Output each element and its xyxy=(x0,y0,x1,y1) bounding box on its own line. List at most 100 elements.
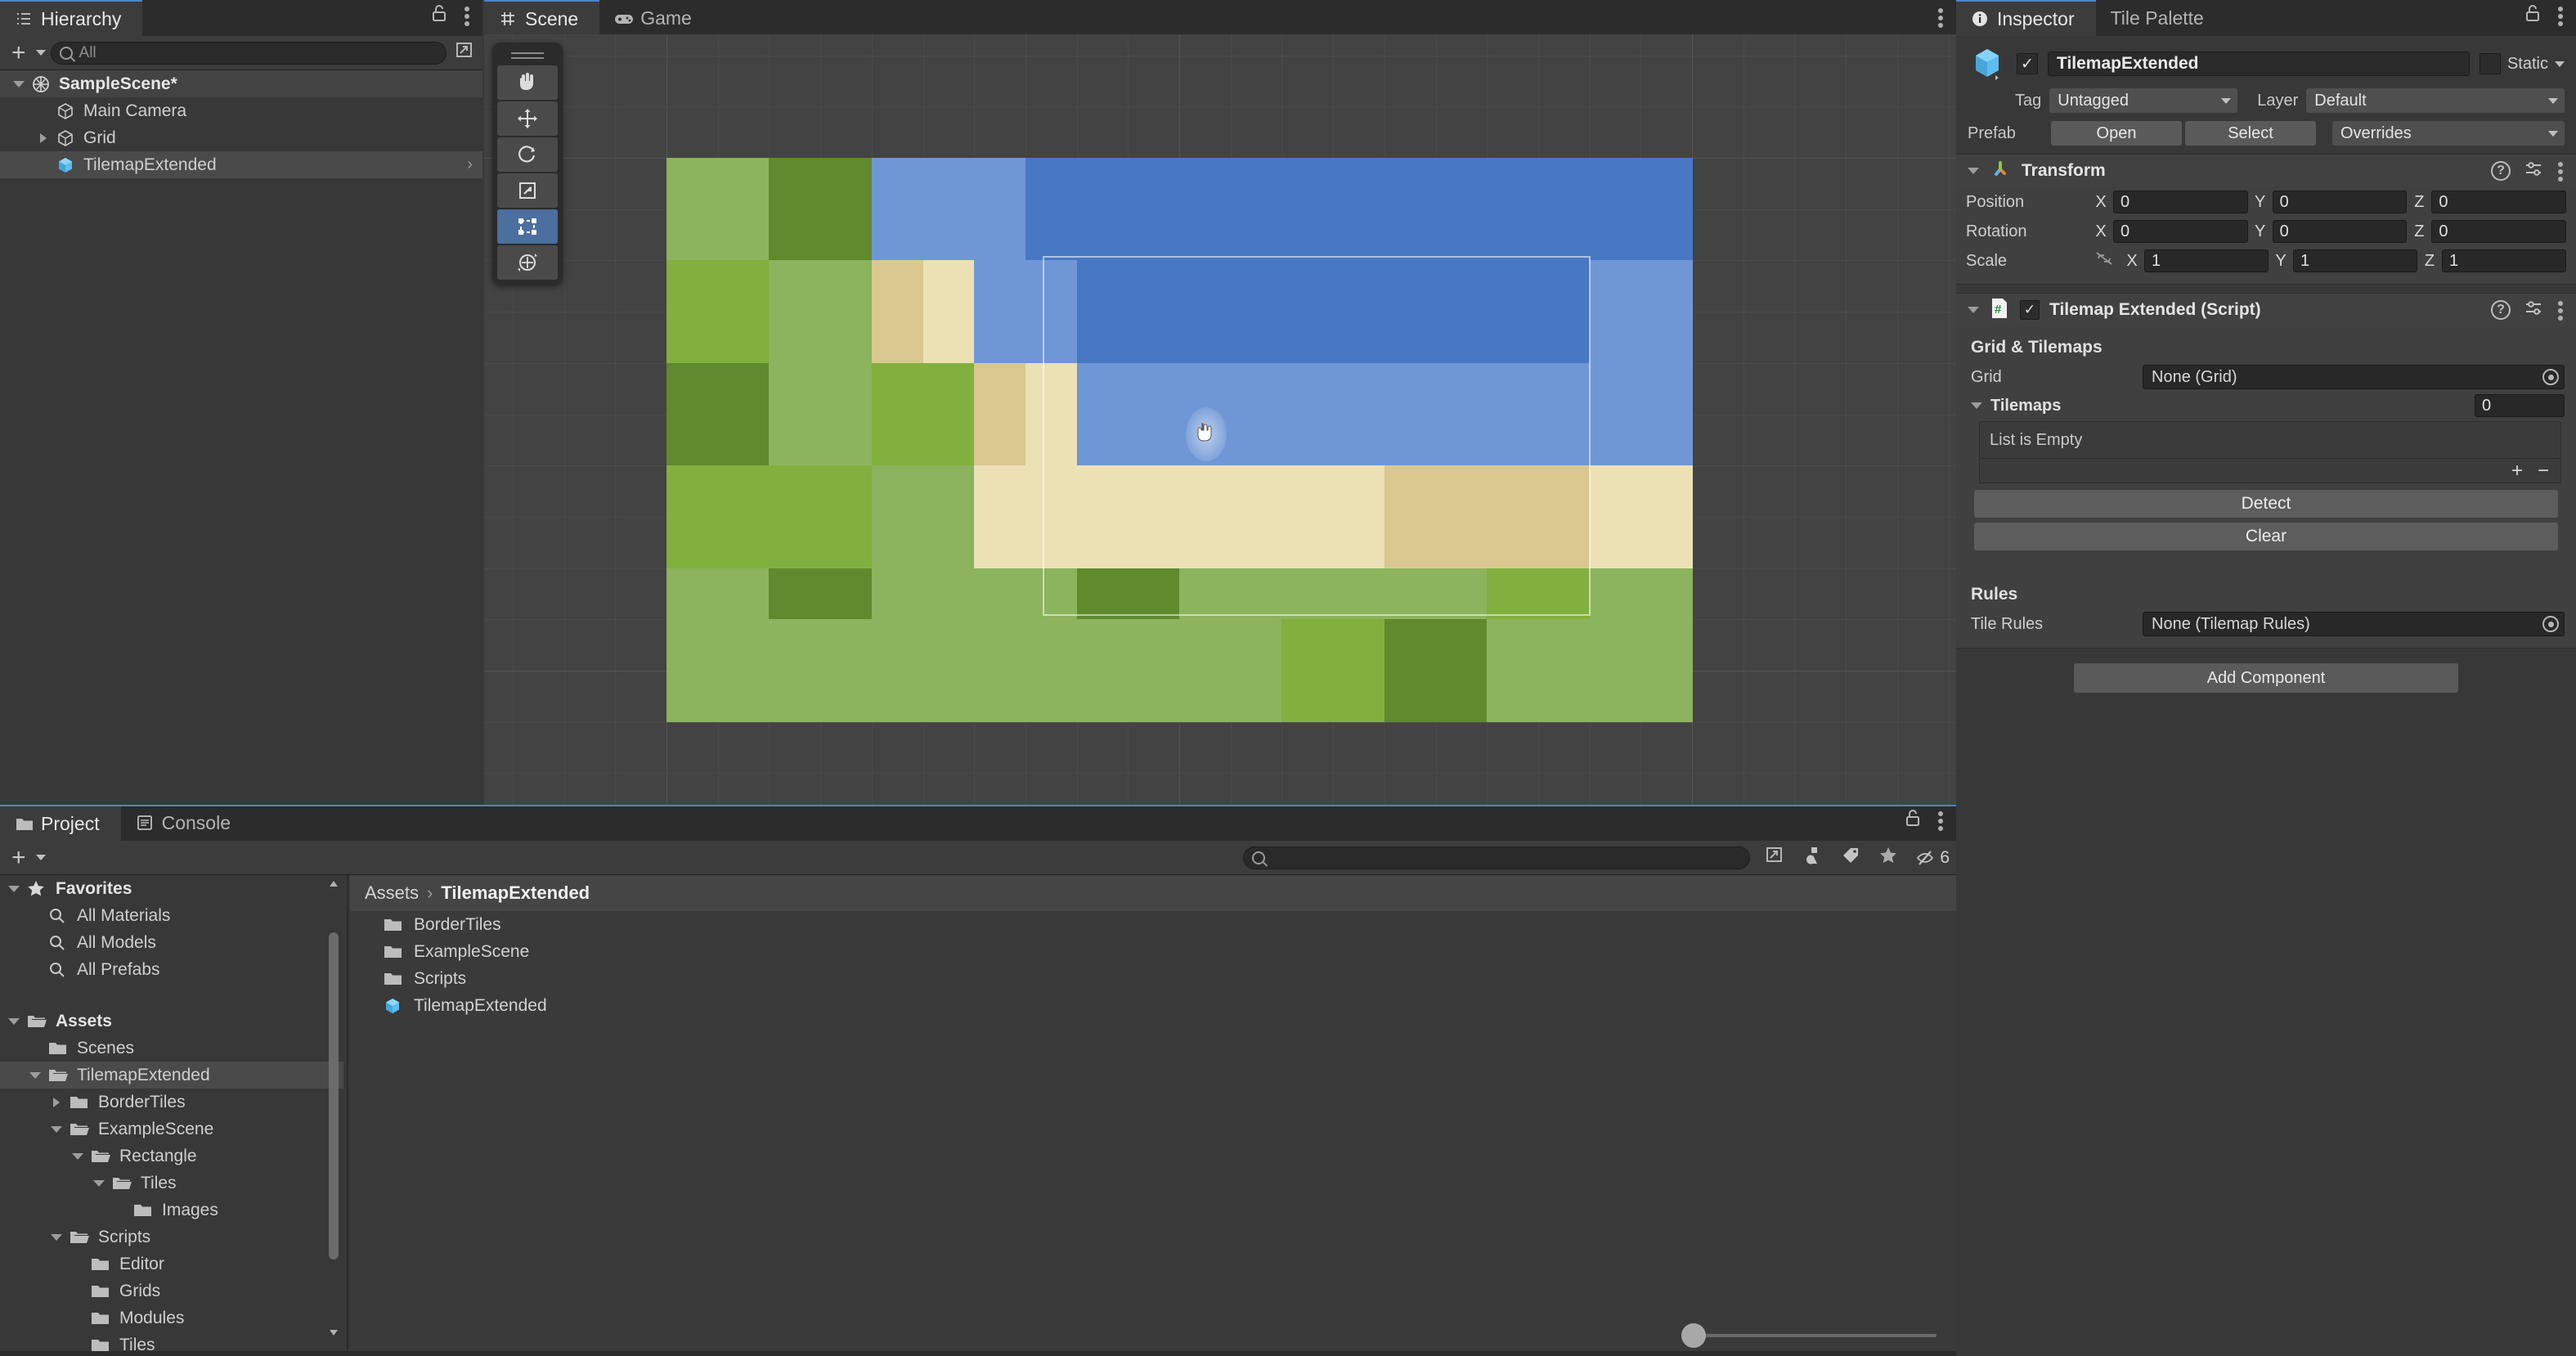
script-enabled-checkbox[interactable]: ✓ xyxy=(2020,300,2040,320)
tilemaps-add-button[interactable]: + xyxy=(2511,460,2523,483)
scale-link-icon[interactable] xyxy=(2094,250,2115,272)
project-tree-scrollbar[interactable] xyxy=(327,875,340,1356)
filter-by-label-icon[interactable] xyxy=(1840,845,1861,870)
project-create-dropdown-icon[interactable] xyxy=(35,855,46,860)
tab-scene[interactable]: Scene xyxy=(484,0,600,36)
asset-item-examplescene[interactable]: ExampleScene xyxy=(350,938,1956,965)
foldout-toggle[interactable] xyxy=(7,80,31,88)
prefab-open-button[interactable]: Open xyxy=(2051,121,2182,146)
tilemaps-foldout-icon[interactable] xyxy=(1971,402,1982,409)
hand-tool-button[interactable] xyxy=(497,65,558,100)
inspector-lock-icon[interactable] xyxy=(2522,2,2543,28)
hierarchy-expand-icon[interactable] xyxy=(451,40,476,65)
scale-tool-button[interactable] xyxy=(497,173,558,208)
add-component-button[interactable]: Add Component xyxy=(2074,663,2458,693)
lock-icon[interactable] xyxy=(429,2,450,28)
rotate-tool-button[interactable] xyxy=(497,137,558,172)
asset-item-bordertiles[interactable]: BorderTiles xyxy=(350,911,1956,938)
zoom-slider-knob[interactable] xyxy=(1681,1323,1706,1348)
create-object-button[interactable]: + xyxy=(7,40,31,65)
asset-item-scripts[interactable]: Scripts xyxy=(350,965,1956,992)
rotation-y-field[interactable]: 0 xyxy=(2272,220,2408,243)
tab-game[interactable]: Game xyxy=(599,0,713,36)
detect-button[interactable]: Detect xyxy=(1974,490,2558,518)
inspector-menu-icon[interactable] xyxy=(2558,5,2565,26)
transform-header[interactable]: Transform ? xyxy=(1956,155,2576,187)
foldout-toggle[interactable] xyxy=(65,1152,90,1160)
project-tree-item-assets[interactable]: Assets xyxy=(0,1008,343,1035)
position-y-field[interactable]: 0 xyxy=(2272,191,2408,213)
asset-item-tilemapextended[interactable]: TilemapExtended xyxy=(350,992,1956,1019)
hierarchy-item-maincamera[interactable]: Main Camera xyxy=(0,97,482,124)
tilemaps-remove-button[interactable]: − xyxy=(2538,460,2549,483)
tab-hierarchy[interactable]: Hierarchy xyxy=(0,0,143,36)
project-tree-item-bordertiles[interactable]: BorderTiles xyxy=(0,1089,343,1116)
project-create-button[interactable]: + xyxy=(7,845,31,870)
prefab-overrides-dropdown[interactable]: Overrides xyxy=(2332,121,2565,146)
rotation-z-field[interactable]: 0 xyxy=(2431,220,2567,243)
project-tree-item-tilemapextended[interactable]: TilemapExtended xyxy=(0,1062,343,1089)
foldout-toggle[interactable] xyxy=(2,885,26,892)
project-menu-icon[interactable] xyxy=(1938,810,1945,831)
project-search-input[interactable] xyxy=(1243,846,1751,869)
script-help-icon[interactable]: ? xyxy=(2491,300,2511,320)
tile-rules-picker-icon[interactable] xyxy=(2542,616,2559,632)
project-expand-icon[interactable] xyxy=(1761,845,1786,870)
layer-dropdown[interactable]: Default xyxy=(2306,88,2565,113)
preset-icon[interactable] xyxy=(2524,159,2545,184)
tab-project[interactable]: Project xyxy=(0,805,121,841)
static-checkbox[interactable] xyxy=(2479,53,2501,74)
project-tree-item-scripts[interactable]: Scripts xyxy=(0,1224,343,1250)
tilemaps-count-field[interactable]: 0 xyxy=(2475,394,2565,417)
scale-x-field[interactable]: 1 xyxy=(2144,249,2269,272)
hierarchy-item-tilemapextended[interactable]: TilemapExtended › xyxy=(0,151,482,178)
project-splitter[interactable] xyxy=(347,875,348,1356)
static-toggle[interactable]: Static xyxy=(2479,53,2565,74)
position-z-field[interactable]: 0 xyxy=(2431,191,2567,213)
filter-by-type-icon[interactable] xyxy=(1802,845,1824,870)
project-tree-item-grids[interactable]: Grids xyxy=(0,1277,343,1304)
gameobject-name-field[interactable]: TilemapExtended xyxy=(2048,52,2470,76)
gameobject-enabled-checkbox[interactable]: ✓ xyxy=(2017,53,2038,74)
project-tree-item-scenes[interactable]: Scenes xyxy=(0,1035,343,1062)
project-tree-item-editor[interactable]: Editor xyxy=(0,1250,343,1277)
position-x-field[interactable]: 0 xyxy=(2113,191,2248,213)
project-tree-item-allmodels[interactable]: All Models xyxy=(0,929,343,956)
rect-tool-button[interactable] xyxy=(497,209,558,244)
transform-foldout-icon[interactable] xyxy=(1968,168,1979,174)
foldout-toggle[interactable] xyxy=(23,1071,47,1079)
project-tree-item-tiles[interactable]: Tiles xyxy=(0,1170,343,1197)
tab-console[interactable]: Console xyxy=(121,805,252,841)
transform-menu-icon[interactable] xyxy=(2558,160,2565,182)
static-dropdown-icon[interactable] xyxy=(2555,61,2565,67)
hierarchy-item-grid[interactable]: Grid xyxy=(0,124,482,151)
scale-z-field[interactable]: 1 xyxy=(2442,249,2566,272)
clear-button[interactable]: Clear xyxy=(1974,523,2558,550)
project-tree-item-rectangle[interactable]: Rectangle xyxy=(0,1143,343,1170)
script-menu-icon[interactable] xyxy=(2558,299,2565,321)
foldout-toggle[interactable] xyxy=(44,1125,69,1133)
scale-y-field[interactable]: 1 xyxy=(2293,249,2417,272)
tile-rules-object-field[interactable]: None (Tilemap Rules) xyxy=(2143,612,2565,636)
hierarchy-item-samplescene[interactable]: SampleScene* xyxy=(0,70,482,97)
hidden-count-indicator[interactable]: 6 xyxy=(1915,848,1950,868)
project-tree-item-allmaterials[interactable]: All Materials xyxy=(0,902,343,929)
hierarchy-search-input[interactable]: All xyxy=(50,41,447,65)
scene-canvas[interactable] xyxy=(484,34,1956,805)
project-tree-item-modules[interactable]: Modules xyxy=(0,1304,343,1331)
script-header[interactable]: # ✓ Tilemap Extended (Script) ? xyxy=(1956,294,2576,326)
tool-palette-grip[interactable] xyxy=(497,47,558,64)
favorites-star-icon[interactable] xyxy=(1878,845,1899,870)
scene-menu-icon[interactable] xyxy=(1938,7,1945,28)
tag-dropdown[interactable]: Untagged xyxy=(2049,88,2238,113)
foldout-toggle[interactable] xyxy=(44,1233,69,1241)
create-dropdown-icon[interactable] xyxy=(35,50,46,56)
grid-object-picker-icon[interactable] xyxy=(2542,369,2559,385)
foldout-toggle[interactable] xyxy=(31,132,56,143)
pivot-handle[interactable] xyxy=(1186,407,1227,461)
project-tree-scroll-thumb[interactable] xyxy=(329,932,339,1259)
grid-object-field[interactable]: None (Grid) xyxy=(2143,365,2565,389)
hierarchy-menu-icon[interactable] xyxy=(464,5,471,26)
help-icon[interactable]: ? xyxy=(2491,161,2511,181)
asset-zoom-slider[interactable] xyxy=(1667,1323,1936,1348)
